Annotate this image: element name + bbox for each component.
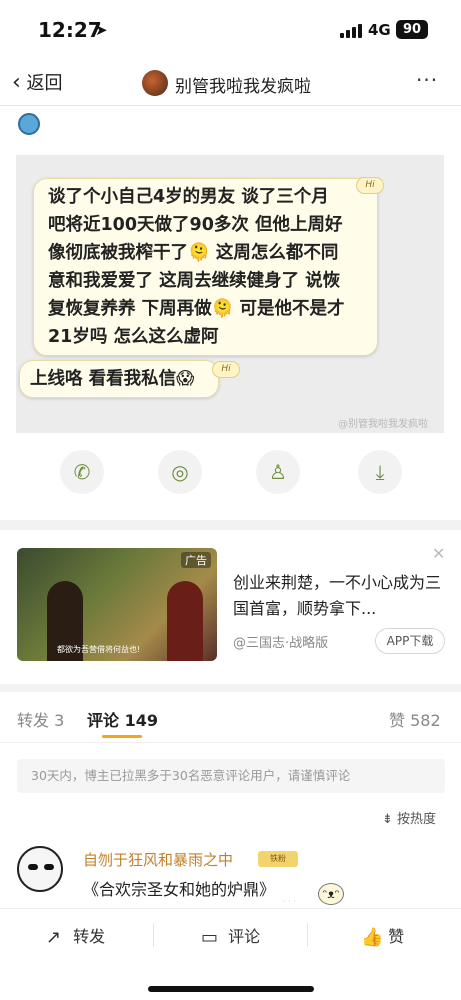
fan-badge: 铁粉 <box>258 851 298 867</box>
divider <box>153 923 154 947</box>
chat-bubble-secondary: 上线咯 看看我私信😱 <box>19 360 219 398</box>
commenter-avatar[interactable] <box>17 846 63 892</box>
tab-like[interactable]: 赞 582 <box>389 707 441 731</box>
like-label: 赞 <box>388 927 405 946</box>
close-icon[interactable]: ✕ <box>432 544 445 563</box>
section-divider <box>0 520 461 530</box>
section-divider <box>0 684 461 692</box>
sort-icon: ⇟ <box>382 812 393 827</box>
ad-tag: 广告 <box>181 552 211 568</box>
ad-figure <box>167 581 203 661</box>
blogger-avatar[interactable] <box>142 70 168 96</box>
tab-active-indicator <box>102 735 142 738</box>
home-indicator[interactable] <box>148 986 314 992</box>
battery-indicator: 90 <box>396 20 428 39</box>
comment-button[interactable]: ▭ 评论 <box>201 923 260 948</box>
comment-notice: 30天内，博主已拉黑多于30名恶意评论用户，请谨慎评论 <box>17 759 445 793</box>
ad-source: @三国志·战略版 <box>233 636 329 651</box>
qq-icon[interactable]: ♙ <box>256 450 300 494</box>
commenter-name[interactable]: 自刎于狂风和暴雨之中 <box>83 849 233 870</box>
moments-icon[interactable]: ◎ <box>158 450 202 494</box>
back-button[interactable]: ‹ 返回 <box>12 69 63 95</box>
page-title[interactable]: 别管我啦我发疯啦 <box>175 72 311 97</box>
repost-label: 转发 <box>73 927 106 946</box>
status-time: 12:27 <box>38 18 102 42</box>
more-options-button[interactable]: ··· <box>416 68 438 92</box>
chat-bubble-main: 谈了个小自己4岁的男友 谈了三个月 吧将近100天做了90多次 但他上周好 像彻… <box>33 178 378 356</box>
comment-icon: ▭ <box>201 927 219 948</box>
thumbs-up-icon: 👍 <box>361 927 384 948</box>
divider <box>307 923 308 947</box>
bottom-action-bar: ↗ 转发 ▭ 评论 👍 赞 <box>0 908 461 1000</box>
hi-tag: Hi <box>356 177 384 194</box>
sticker-icon: ᵔᴥᵔ <box>318 883 344 905</box>
post-author-icon[interactable] <box>18 113 40 135</box>
comment-text[interactable]: 《合欢宗圣女和她的炉鼎》 <box>83 876 275 900</box>
share-arrow-icon: ↗ <box>46 927 62 948</box>
nav-bar: ‹ 返回 别管我啦我发疯啦 ··· <box>0 60 461 106</box>
cellular-signal-icon <box>340 24 362 38</box>
tab-divider <box>0 742 461 743</box>
status-bar: 12:27 ➤ 4G 90 <box>0 0 461 60</box>
wechat-icon[interactable]: ✆ <box>60 450 104 494</box>
location-arrow-icon: ➤ <box>95 21 108 39</box>
hi-tag: Hi <box>212 361 240 378</box>
ad-image-caption: 都欲为吾营借将何益也! <box>57 645 141 654</box>
post-image[interactable]: 谈了个小自己4岁的男友 谈了三个月 吧将近100天做了90多次 但他上周好 像彻… <box>16 155 444 433</box>
tab-repost[interactable]: 转发 3 <box>17 707 64 731</box>
chevron-left-icon: ‹ <box>12 70 21 95</box>
decoration-dots: · · · <box>283 897 296 906</box>
comment-label: 评论 <box>228 927 261 946</box>
app-download-button[interactable]: APP下载 <box>375 628 445 654</box>
back-label: 返回 <box>26 73 63 94</box>
ad-title[interactable]: 创业来荆楚，一不小心成为三国首富，顺势拿下... <box>233 570 443 622</box>
ad-image[interactable]: 广告 都欲为吾营借将何益也! <box>17 548 217 661</box>
sort-label: 按热度 <box>397 812 437 827</box>
save-image-icon[interactable]: ⤓ <box>358 450 402 494</box>
sort-button[interactable]: ⇟ 按热度 <box>382 808 436 827</box>
like-button[interactable]: 👍 赞 <box>361 923 404 948</box>
network-type: 4G <box>368 21 391 39</box>
tab-comment[interactable]: 评论 149 <box>87 707 158 731</box>
image-watermark: @别管我啦我发疯啦 <box>338 419 428 430</box>
share-row: ✆ ◎ ♙ ⤓ <box>0 450 461 505</box>
repost-button[interactable]: ↗ 转发 <box>46 923 105 948</box>
